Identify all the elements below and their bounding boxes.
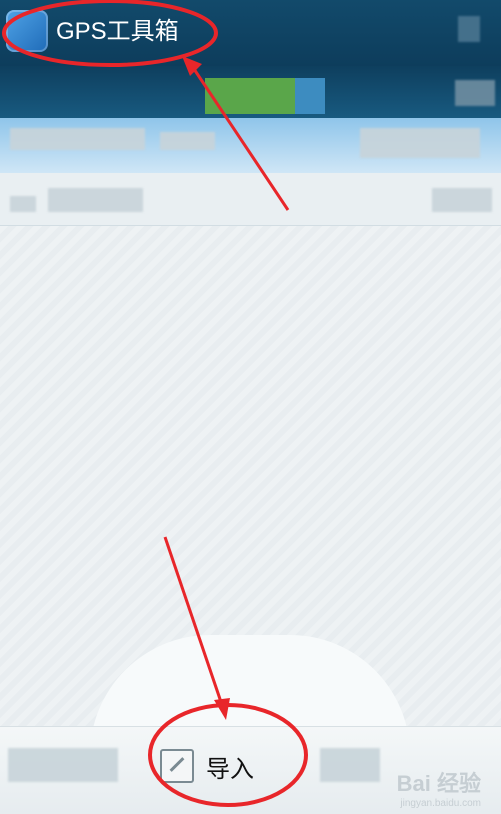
edit-icon <box>160 749 194 783</box>
app-logo-icon[interactable] <box>6 10 48 52</box>
list-header-label <box>48 188 143 212</box>
list-header-action[interactable] <box>432 188 492 212</box>
tab-item[interactable] <box>360 128 480 158</box>
import-label: 导入 <box>206 754 254 783</box>
import-button[interactable]: 导入 <box>160 738 300 794</box>
tab-item[interactable] <box>10 128 145 150</box>
status-indicator <box>295 78 325 114</box>
watermark-brand: Bai 经验 <box>396 771 481 796</box>
status-indicator <box>205 78 295 114</box>
toolbar-button-right[interactable] <box>320 748 380 782</box>
status-item <box>455 80 495 106</box>
watermark-url: jingyan.baidu.com <box>400 798 481 809</box>
app-title: GPS工具箱 <box>56 18 179 45</box>
toolbar-button-left[interactable] <box>8 748 118 782</box>
tab-item[interactable] <box>160 132 215 150</box>
list-header-icon <box>10 196 36 212</box>
watermark: Bai 经验 jingyan.baidu.com <box>397 766 481 809</box>
overflow-menu-icon[interactable] <box>458 16 480 42</box>
